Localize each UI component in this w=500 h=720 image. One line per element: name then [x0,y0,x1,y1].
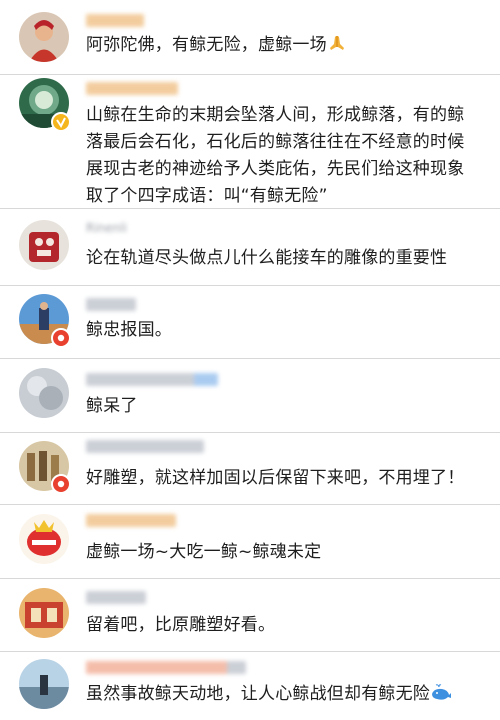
comment-text: 好雕塑，就这样加固以后保留下来吧，不用埋了！ [86,468,465,488]
comment-text: 论在轨道尽头做点儿什么能接车的雕像的重要性 [86,248,448,268]
avatar[interactable] [19,514,69,564]
avatar[interactable] [19,659,69,709]
avatar[interactable] [19,220,69,270]
comment-item[interactable]: 虚鲸一场~大吃一鲸~鲸魂未定 [0,505,500,579]
verified-badge-icon [51,112,71,132]
comment-item[interactable]: 鲸忠报国。 [0,286,500,359]
username-redacted [86,82,178,95]
username-redacted [86,298,136,311]
comment-item[interactable]: 虽然事故鲸天动地，让人心鲸战但却有鲸无险 [0,652,500,720]
member-badge-icon [51,328,71,348]
comment-text: 虽然事故鲸天动地，让人心鲸战但却有鲸无险 [86,681,480,711]
avatar[interactable] [19,12,69,62]
comment-text: 鲸忠报国。 [86,320,172,340]
comment-item[interactable]: 鲸呆了 [0,359,500,433]
comment-text: 鲸呆了 [86,396,138,416]
comment-item[interactable]: Rinenli 论在轨道尽头做点儿什么能接车的雕像的重要性 [0,209,500,286]
comment-list: 阿弥陀佛，有鲸无险，虚鲸一场 山鲸在生命的末期会坠落人间，形成鲸落，有的鲸落最后… [0,0,500,720]
comment-text: 虚鲸一场~大吃一鲸~鲸魂未定 [86,542,322,562]
comment-text: 留着吧，比原雕塑好看。 [86,615,276,635]
comment-item[interactable]: 阿弥陀佛，有鲸无险，虚鲸一场 [0,0,500,75]
pray-hands-icon [327,33,347,62]
username-redacted [86,661,246,674]
avatar[interactable] [19,588,69,638]
avatar[interactable] [19,368,69,418]
whale-icon [430,684,452,711]
member-badge-icon [51,474,71,494]
comment-item[interactable]: 留着吧，比原雕塑好看。 [0,579,500,652]
username-redacted: Rinenli [86,221,127,235]
comment-text: 山鲸在生命的末期会坠落人间，形成鲸落，有的鲸落最后会石化，石化后的鲸落往往在不经… [86,105,465,206]
username-redacted [86,373,218,386]
username-redacted [86,14,144,27]
username-redacted [86,514,176,527]
comment-item[interactable]: 好雕塑，就这样加固以后保留下来吧，不用埋了！ [0,433,500,505]
username-redacted [86,591,146,604]
username-redacted [86,440,204,453]
comment-text: 阿弥陀佛，有鲸无险，虚鲸一场 [86,32,480,62]
comment-item[interactable]: 山鲸在生命的末期会坠落人间，形成鲸落，有的鲸落最后会石化，石化后的鲸落往往在不经… [0,75,500,209]
